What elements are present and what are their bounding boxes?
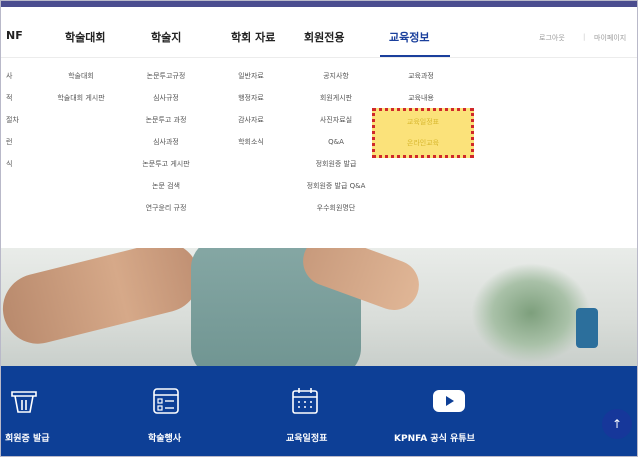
page-frame: NF 학술대회 학술지 학회 자료 회원전용 교육정보 로그아웃 | 마이페이지…	[0, 0, 638, 457]
dropdown-item[interactable]: 공지사항	[296, 70, 376, 92]
nav-item-materials[interactable]: 학회 자료	[231, 29, 275, 45]
dropdown-item[interactable]: 학회소식	[211, 136, 291, 158]
dropdown-item[interactable]: 심사규정	[126, 92, 206, 114]
hero-photo-arm	[1, 248, 207, 352]
quick-menu-bar: 회원증 발급 학술행사 교육일정표 KPNFA 공식 유튜브	[1, 366, 637, 456]
dropdown-item[interactable]: 일반자료	[211, 70, 291, 92]
nav-item-conference[interactable]: 학술대회	[65, 29, 105, 45]
highlighted-menu-region: 교육일정표 온라인교육	[372, 108, 474, 158]
dropdown-item[interactable]: 논문투고 게시판	[126, 158, 206, 180]
quick-item-label[interactable]: KPNFA 공식 유튜브	[394, 431, 475, 444]
list-icon[interactable]	[151, 386, 181, 416]
dropdown-item[interactable]: 연구윤리 규정	[126, 202, 206, 224]
site-header: NF 학술대회 학술지 학회 자료 회원전용 교육정보 로그아웃 | 마이페이지	[1, 7, 637, 57]
nav-item-education[interactable]: 교육정보	[389, 29, 429, 45]
dropdown-item[interactable]: 학술대회	[41, 70, 121, 92]
dropdown-item[interactable]: 우수회원명단	[296, 202, 376, 224]
dropdown-item[interactable]: 행정자료	[211, 92, 291, 114]
dropdown-item[interactable]: 런	[6, 136, 19, 158]
scroll-to-top-button[interactable]: ↑	[602, 409, 632, 439]
hero-photo-object	[576, 308, 598, 348]
dropdown-column-materials: 일반자료 행정자료 감사자료 학회소식	[211, 70, 291, 158]
dropdown-item[interactable]: 논문투고 과정	[126, 114, 206, 136]
nav-item-journal[interactable]: 학술지	[151, 29, 181, 45]
dropdown-item-education-schedule[interactable]: 교육일정표	[375, 117, 471, 127]
dropdown-item[interactable]: 학술대회 게시판	[41, 92, 121, 114]
dropdown-item[interactable]: 교육과정	[381, 70, 461, 92]
mega-dropdown: 사 적 절차 런 식 학술대회 학술대회 게시판 논문투고규정 심사규정 논문투…	[1, 58, 637, 248]
dropdown-item[interactable]: 정회원증 발급 Q&A	[296, 180, 376, 202]
youtube-icon[interactable]	[431, 386, 467, 416]
dropdown-item[interactable]: 사	[6, 70, 19, 92]
dropdown-item[interactable]: 식	[6, 158, 19, 180]
hero-image	[1, 248, 637, 366]
quick-item-label[interactable]: 교육일정표	[286, 431, 327, 444]
dropdown-item[interactable]: 사진자료실	[296, 114, 376, 136]
dropdown-item[interactable]: 적	[6, 92, 19, 114]
dropdown-item[interactable]: 논문 검색	[126, 180, 206, 202]
quick-item-label[interactable]: 학술행사	[148, 431, 181, 444]
nav-item-logo-fragment[interactable]: NF	[6, 29, 23, 42]
dropdown-item[interactable]: 감사자료	[211, 114, 291, 136]
logout-link[interactable]: 로그아웃	[539, 33, 565, 43]
dropdown-column-journal: 논문투고규정 심사규정 논문투고 과정 심사과정 논문투고 게시판 논문 검색 …	[126, 70, 206, 224]
dropdown-item[interactable]: 회원게시판	[296, 92, 376, 114]
dropdown-item[interactable]: 심사과정	[126, 136, 206, 158]
calendar-icon[interactable]	[290, 386, 320, 416]
nav-item-members[interactable]: 회원전용	[304, 29, 344, 45]
dropdown-column-about: 사 적 절차 런 식	[6, 70, 19, 180]
dropdown-item[interactable]: Q&A	[296, 136, 376, 158]
dropdown-column-members: 공지사항 회원게시판 사진자료실 Q&A 정회원증 발급 정회원증 발급 Q&A…	[296, 70, 376, 224]
quick-item-label[interactable]: 회원증 발급	[5, 431, 50, 444]
dropdown-column-conference: 학술대회 학술대회 게시판	[41, 70, 121, 114]
dropdown-item[interactable]: 논문투고규정	[126, 70, 206, 92]
dropdown-item-online-education[interactable]: 온라인교육	[375, 138, 471, 148]
card-icon[interactable]	[9, 386, 39, 416]
utility-separator: |	[583, 33, 586, 41]
dropdown-item[interactable]: 정회원증 발급	[296, 158, 376, 180]
hero-photo-plant	[471, 263, 591, 363]
mypage-link[interactable]: 마이페이지	[594, 33, 626, 43]
dropdown-item[interactable]: 절차	[6, 114, 19, 136]
